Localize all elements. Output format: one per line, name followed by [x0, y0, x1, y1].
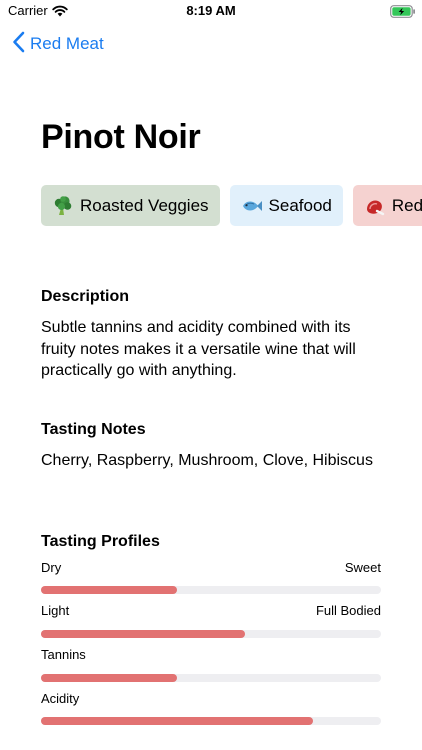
- profile-left-label: Light: [41, 603, 70, 618]
- profile-left-label: Dry: [41, 560, 62, 575]
- pairing-chip-seafood[interactable]: Seafood: [229, 185, 343, 226]
- pairing-chips: Roasted Veggies Seafood Red: [41, 185, 422, 226]
- profile-bar-track: [41, 717, 381, 725]
- tasting-profiles-heading: Tasting Profiles: [41, 533, 160, 550]
- pairing-chip-roasted-veggies[interactable]: Roasted Veggies: [41, 185, 220, 226]
- tasting-notes-text: Cherry, Raspberry, Mushroom, Clove, Hibi…: [41, 452, 373, 469]
- fish-icon: [241, 195, 263, 217]
- meat-icon: [364, 195, 386, 217]
- chip-label: Roasted Veggies: [80, 195, 209, 215]
- profile-right-label: Full Bodied: [315, 603, 381, 618]
- chip-label: Seafood: [268, 195, 332, 215]
- profile-bar-fill: [41, 630, 245, 638]
- status-bar: Carrier 8:19 AM: [0, 0, 422, 24]
- profile-right-label: Sweet: [344, 560, 381, 575]
- back-button[interactable]: Red Meat: [12, 31, 104, 57]
- back-label: Red Meat: [30, 34, 104, 53]
- description-text: Subtle tannins and acidity combined with…: [41, 319, 356, 379]
- profile-bar-fill: [41, 586, 177, 594]
- description-heading: Description: [41, 288, 130, 305]
- chevron-left-icon: [12, 31, 25, 58]
- profile-bar-track: [41, 630, 381, 638]
- tasting-notes-heading: Tasting Notes: [41, 421, 146, 438]
- profile-bar-track: [41, 674, 381, 682]
- page-title: Pinot Noir: [41, 118, 201, 156]
- chip-label: Red: [391, 195, 422, 215]
- pairing-chip-red-meat[interactable]: Red: [352, 185, 422, 226]
- clock: 8:19 AM: [186, 3, 236, 18]
- profile-left-label: Acidity: [41, 691, 80, 706]
- profile-bar-track: [41, 586, 381, 594]
- profile-left-label: Tannins: [41, 647, 86, 662]
- profile-bar-fill: [41, 717, 313, 725]
- broccoli-icon: [52, 195, 74, 217]
- battery-charging-icon: [390, 5, 416, 23]
- profile-bar-fill: [41, 674, 177, 682]
